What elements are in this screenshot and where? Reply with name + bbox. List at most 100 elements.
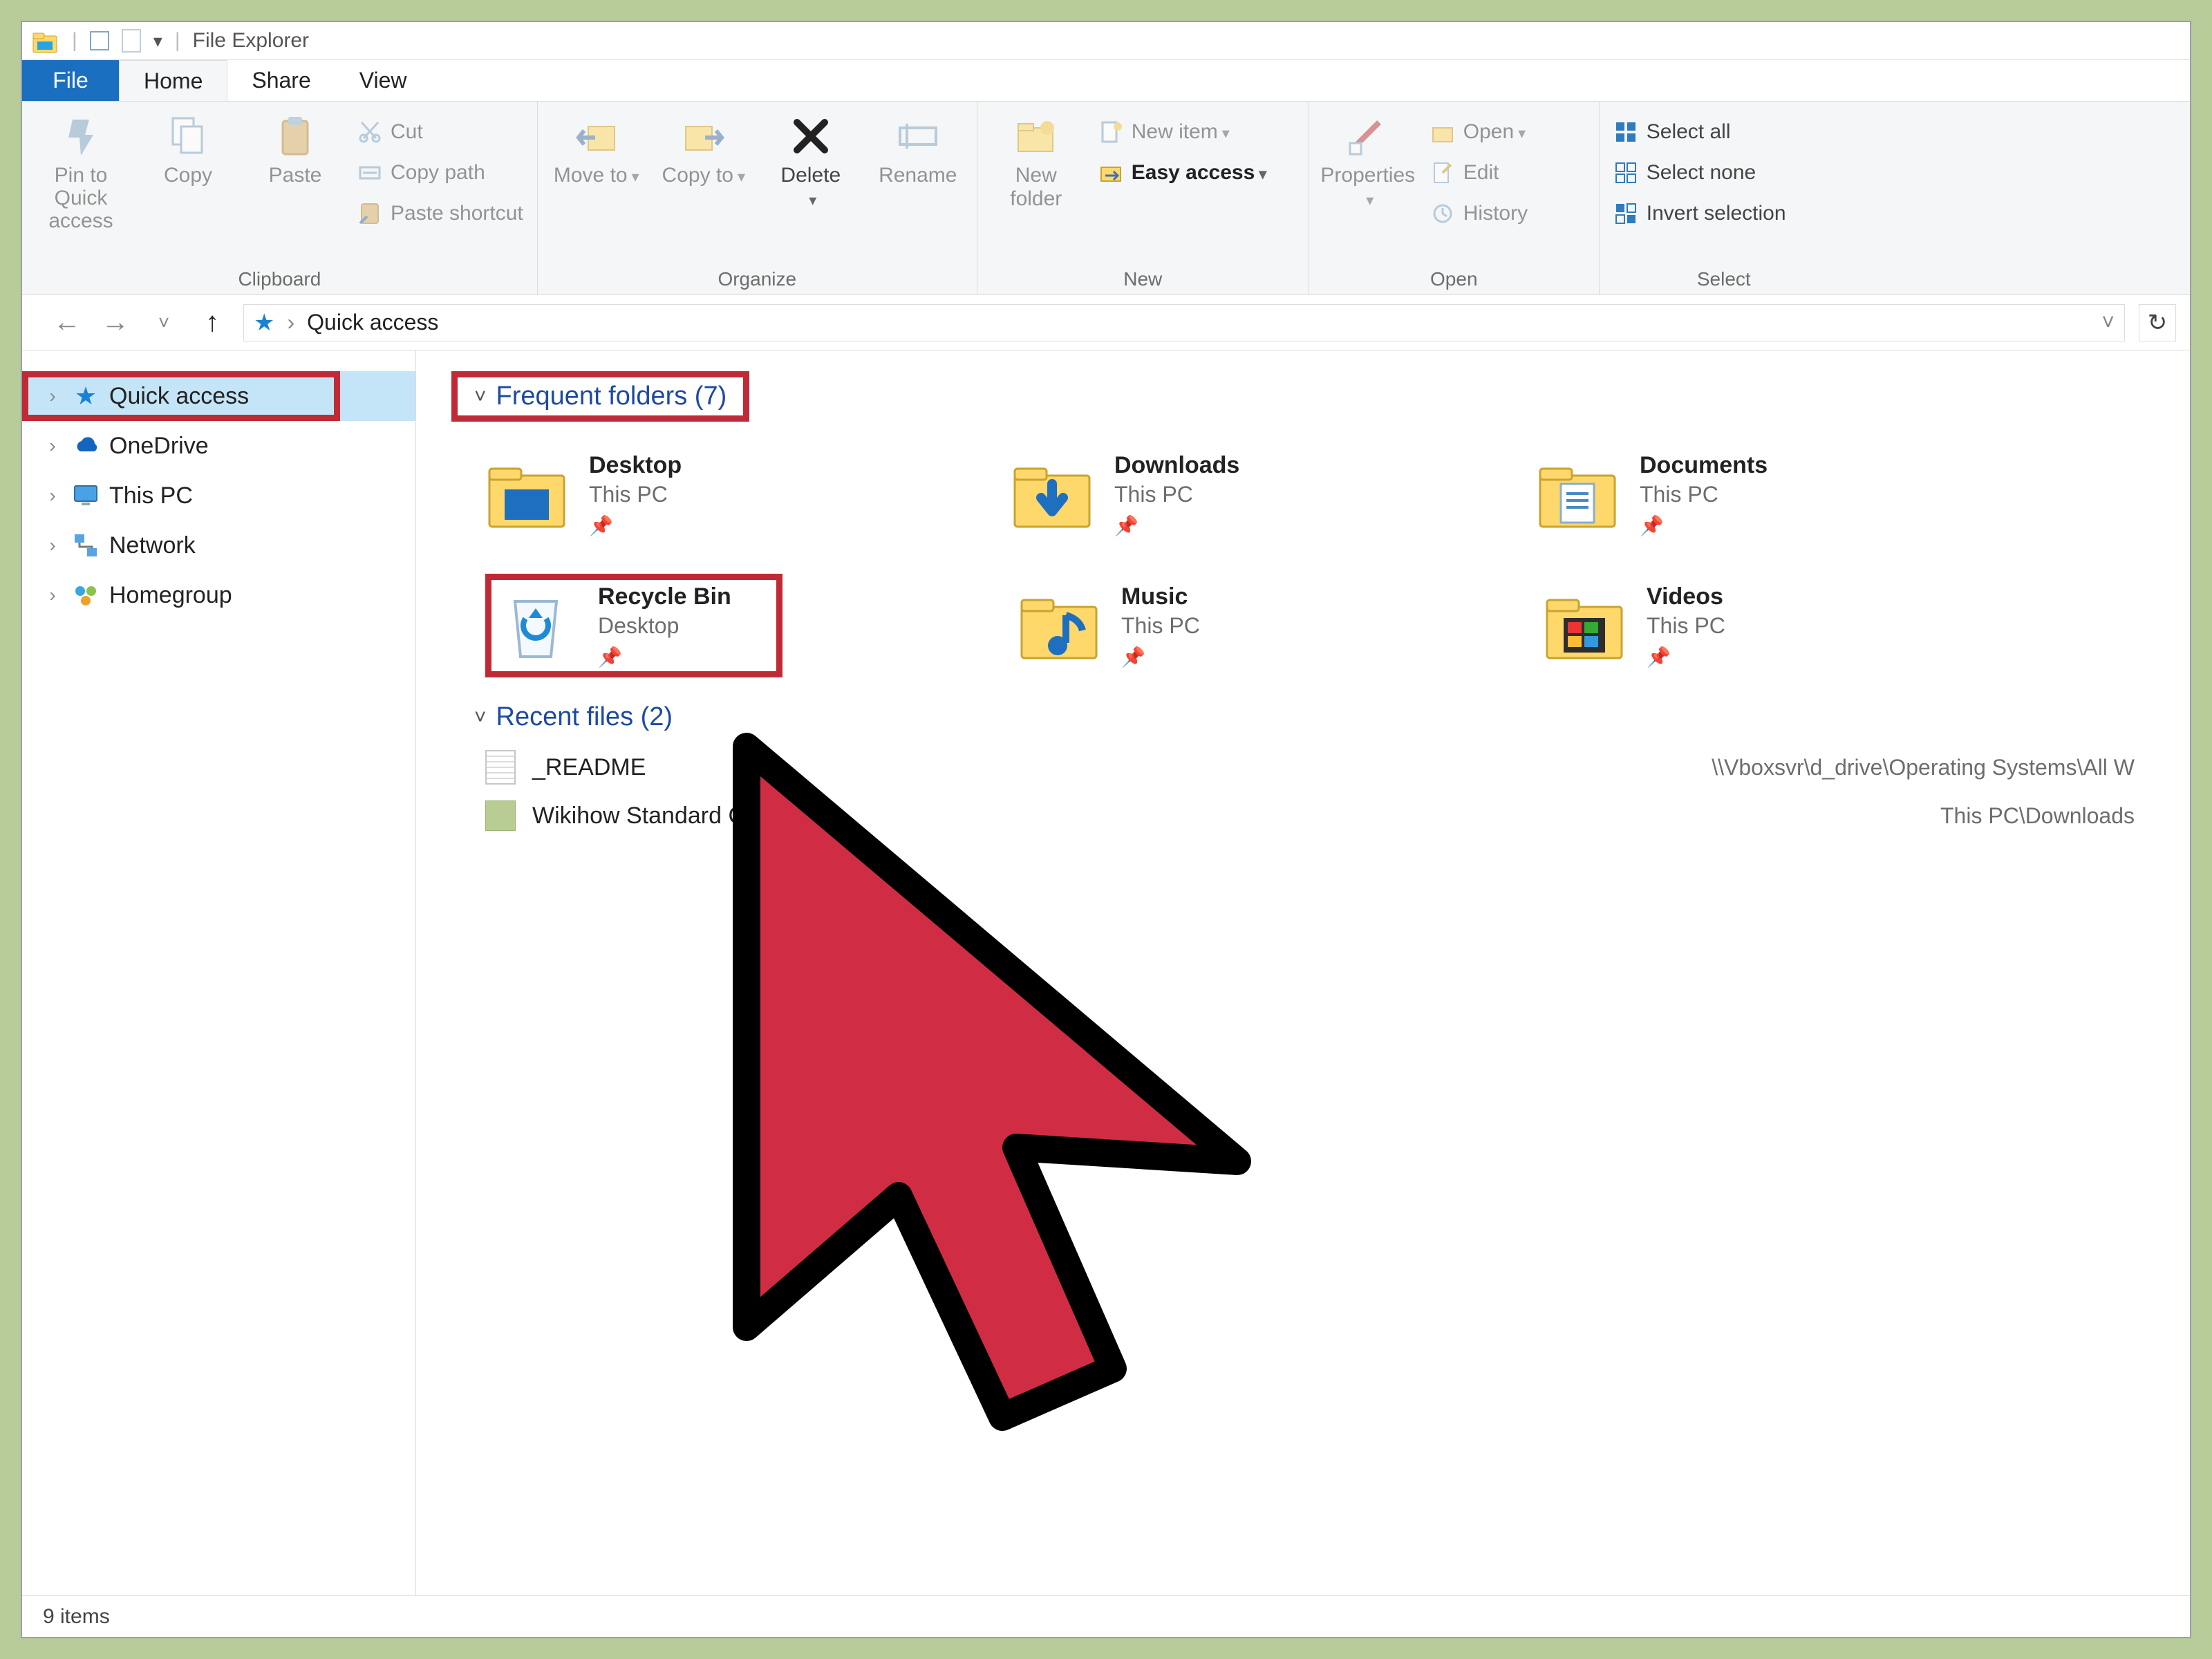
copy-to-button[interactable]: Copy to▾ <box>659 109 749 187</box>
monitor-icon <box>72 482 100 509</box>
tree-item-network[interactable]: › Network <box>22 521 415 570</box>
folder-tile-videos[interactable]: Videos This PC 📌 <box>1543 574 2041 677</box>
history-icon <box>1430 201 1455 226</box>
breadcrumb-location[interactable]: Quick access <box>307 310 438 335</box>
recent-file-row[interactable]: _README \\Vboxsvr\d_drive\Operating Syst… <box>485 743 2190 791</box>
forward-button[interactable]: → <box>98 307 133 338</box>
new-item-icon <box>1098 120 1123 144</box>
folder-tile-recycle-bin[interactable]: Recycle Bin Desktop 📌 <box>485 574 782 677</box>
new-item-button[interactable]: New item▾ <box>1098 113 1267 151</box>
tree-item-homegroup[interactable]: › Homegroup <box>22 570 415 620</box>
tab-share[interactable]: Share <box>227 60 335 101</box>
select-all-button[interactable]: Select all <box>1613 113 1786 151</box>
paste-button[interactable]: Paste <box>250 109 340 187</box>
refresh-button[interactable]: ↻ <box>2139 304 2176 341</box>
tab-home[interactable]: Home <box>119 60 227 101</box>
new-folder-button[interactable]: New folder <box>991 109 1081 211</box>
breadcrumb-separator-icon: › <box>287 310 294 335</box>
move-to-icon <box>574 114 619 158</box>
status-item-count: 9 items <box>43 1605 110 1629</box>
rename-icon <box>896 114 940 158</box>
navigation-bar: ← → ˅ ↑ ★ › Quick access ˅ ↻ <box>22 295 2190 350</box>
copy-button[interactable]: Copy <box>143 109 233 187</box>
recent-locations-button[interactable]: ˅ <box>147 312 181 334</box>
cloud-icon <box>72 432 100 460</box>
tree-item-label: Homegroup <box>109 582 232 609</box>
address-bar[interactable]: ★ › Quick access ˅ <box>243 304 2125 341</box>
folder-name: Documents <box>1640 452 1768 479</box>
navigation-pane[interactable]: › ★ Quick access › OneDrive › This PC › <box>22 350 416 1595</box>
image-file-icon <box>485 800 516 831</box>
copy-path-button[interactable]: Copy path <box>357 153 523 191</box>
expander-icon[interactable]: › <box>43 435 62 457</box>
folder-name: Videos <box>1647 583 1725 610</box>
pin-icon: 📌 <box>1114 514 1239 537</box>
explorer-body: › ★ Quick access › OneDrive › This PC › <box>22 350 2190 1595</box>
folder-tile-music[interactable]: Music This PC 📌 <box>1018 574 1515 677</box>
easy-access-button[interactable]: Easy access▾ <box>1098 153 1267 191</box>
app-icon <box>30 26 59 55</box>
address-dropdown-icon[interactable]: ˅ <box>2101 310 2115 335</box>
select-none-button[interactable]: Select none <box>1613 153 1786 191</box>
edit-button[interactable]: Edit <box>1430 153 1528 191</box>
paste-shortcut-icon <box>357 201 382 226</box>
title-bar[interactable]: | ▾ | File Explorer <box>22 22 2190 60</box>
ribbon-group-select: Select all Select none Invert selection <box>1600 102 1848 294</box>
tree-item-quick-access[interactable]: › ★ Quick access <box>22 371 415 421</box>
recent-file-row[interactable]: Wikihow Standard Gr This PC\Downloads <box>485 791 2190 840</box>
expander-icon[interactable]: › <box>43 584 62 606</box>
qat-checkbox-icon[interactable] <box>90 31 109 50</box>
invert-selection-button[interactable]: Invert selection <box>1613 194 1786 232</box>
back-button[interactable]: ← <box>50 307 84 338</box>
tab-view[interactable]: View <box>335 60 431 101</box>
chevron-down-icon: ˅ <box>474 706 487 729</box>
recycle-bin-icon <box>494 588 577 664</box>
copy-icon <box>166 114 210 158</box>
open-icon <box>1430 120 1455 144</box>
tree-item-onedrive[interactable]: › OneDrive <box>22 421 415 471</box>
rename-button[interactable]: Rename <box>873 109 963 187</box>
qat-document-icon[interactable] <box>122 29 141 53</box>
status-bar: 9 items <box>22 1595 2190 1637</box>
pin-icon: 📌 <box>1640 514 1768 537</box>
ribbon-group-organize: Move to▾ Copy to▾ Delete▾ <box>538 102 977 294</box>
expander-icon[interactable]: › <box>43 485 62 507</box>
cut-button[interactable]: Cut <box>357 113 523 151</box>
tab-file[interactable]: File <box>22 60 119 101</box>
section-header-frequent-folders[interactable]: ˅ Frequent folders (7) <box>451 371 749 422</box>
folder-location: Desktop <box>598 613 731 639</box>
folder-name: Desktop <box>589 452 682 479</box>
folder-tile-desktop[interactable]: Desktop This PC 📌 <box>485 442 983 546</box>
move-to-button[interactable]: Move to▾ <box>552 109 641 187</box>
folder-tile-documents[interactable]: Documents This PC 📌 <box>1536 442 2034 546</box>
expander-icon[interactable]: › <box>43 385 62 407</box>
open-button[interactable]: Open▾ <box>1430 113 1528 151</box>
copy-path-icon <box>357 160 382 185</box>
history-button[interactable]: History <box>1430 194 1528 232</box>
select-all-icon <box>1613 120 1638 144</box>
tree-item-label: Network <box>109 532 196 559</box>
paste-icon <box>273 114 317 158</box>
paste-shortcut-button[interactable]: Paste shortcut <box>357 194 523 232</box>
section-header-recent-files[interactable]: ˅ Recent files (2) <box>458 698 689 736</box>
up-button[interactable]: ↑ <box>195 307 229 338</box>
folder-name: Downloads <box>1114 452 1239 479</box>
file-explorer-window: | ▾ | File Explorer File Home Share View… <box>21 21 2191 1638</box>
star-icon: ★ <box>72 382 100 410</box>
qat-dropdown-icon[interactable]: ▾ <box>153 30 162 52</box>
pin-icon <box>59 114 103 158</box>
delete-button[interactable]: Delete▾ <box>766 109 856 211</box>
folder-icon <box>485 456 568 532</box>
properties-button[interactable]: Properties▾ <box>1323 109 1413 211</box>
content-pane[interactable]: ˅ Frequent folders (7) Desktop This PC 📌 <box>416 350 2190 1595</box>
tree-item-label: This PC <box>109 482 193 509</box>
expander-icon[interactable]: › <box>43 534 62 556</box>
folder-location: This PC <box>1647 613 1725 639</box>
pin-to-quick-access-button[interactable]: Pin to Quick access <box>36 109 126 232</box>
folder-tile-downloads[interactable]: Downloads This PC 📌 <box>1011 442 1508 546</box>
pin-icon: 📌 <box>598 646 731 668</box>
folder-location: This PC <box>1114 482 1239 507</box>
frequent-folders-grid: Desktop This PC 📌 Downloads This PC 📌 <box>458 422 2186 698</box>
folder-location: This PC <box>1640 482 1768 507</box>
tree-item-this-pc[interactable]: › This PC <box>22 471 415 521</box>
